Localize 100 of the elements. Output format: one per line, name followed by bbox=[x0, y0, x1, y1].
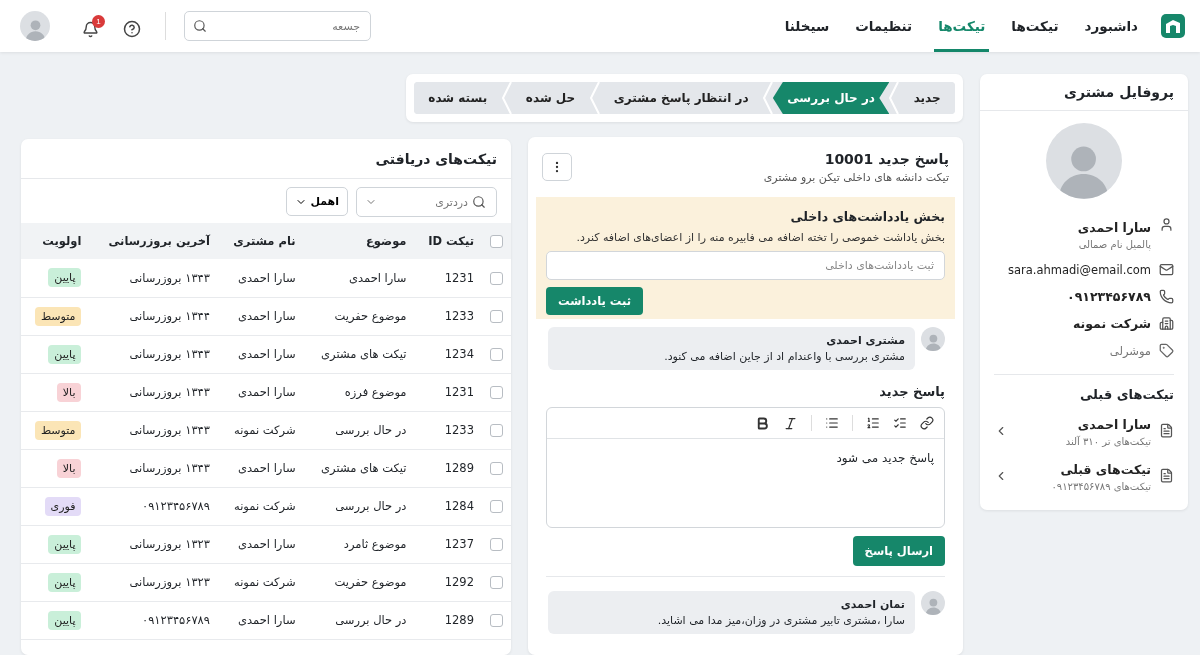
comment-author: مشتری احمدی bbox=[825, 334, 905, 347]
row-checkbox[interactable] bbox=[490, 576, 503, 589]
row-checkbox[interactable] bbox=[490, 614, 503, 627]
priority-badge: پایین bbox=[48, 610, 82, 630]
notes-description: بخش یاداشت خموصی را تخته اضافه می فابیره منه را از اعضای‌های اضافه کنرد. bbox=[575, 231, 945, 244]
bullet-list-icon[interactable] bbox=[825, 416, 839, 430]
mail-icon bbox=[1159, 262, 1174, 277]
comment-text: سارا ،مشتری تابیر مشتری در وزان،میز مدا می اشاید. bbox=[656, 614, 905, 627]
table-cell: سارا احمدی bbox=[217, 525, 304, 563]
section-title: تیکت‌های قبلی bbox=[1078, 387, 1174, 402]
row-checkbox[interactable] bbox=[490, 462, 503, 475]
user-icon bbox=[1159, 217, 1174, 232]
row-checkbox[interactable] bbox=[490, 424, 503, 437]
customer-phone: ۰۹۱۲۳۴۵۶۷۸۹ bbox=[1067, 289, 1151, 304]
table-cell: 1237 bbox=[414, 525, 482, 563]
table-cell: سارا احمدی bbox=[217, 259, 304, 297]
row-checkbox[interactable] bbox=[490, 310, 503, 323]
priority-badge: متوسط bbox=[34, 306, 82, 326]
table-cell: موضوع حفریت bbox=[303, 563, 415, 601]
column-header: تیکت ID bbox=[414, 223, 482, 259]
row-checkbox[interactable] bbox=[490, 386, 503, 399]
table-cell: ۱۳۲۳ بروزرسانی bbox=[89, 563, 218, 601]
table-cell: سارا احمدی bbox=[303, 259, 415, 297]
table-cell: موضوع ثامرد bbox=[303, 525, 415, 563]
ticket-title: پاسخ جدید 10001 bbox=[823, 150, 949, 167]
avatar-icon bbox=[921, 327, 945, 351]
search-icon bbox=[472, 195, 486, 209]
nav-tab[interactable]: تیکت‌ها bbox=[934, 0, 990, 52]
table-cell: ۱۳۴۳ بروزرسانی bbox=[89, 259, 218, 297]
card-title: پروفایل مشتری bbox=[1064, 84, 1174, 100]
row-checkbox[interactable] bbox=[490, 500, 503, 513]
table-cell: ۱۳۴۴ بروزرسانی bbox=[89, 297, 218, 335]
priority-badge: فوری bbox=[44, 496, 82, 516]
avatar-icon[interactable] bbox=[20, 11, 50, 41]
priority-badge: بالا bbox=[56, 382, 82, 402]
nav-tab[interactable]: تنظیمات bbox=[851, 0, 917, 52]
note-input-field[interactable]: ثبت یادداشت‌های داخلی bbox=[546, 251, 945, 280]
column-header: نام مشتری bbox=[217, 223, 304, 259]
table-cell: سارا احمدی bbox=[217, 373, 304, 411]
previous-ticket-subtitle: تیکت‌های ۰۹۱۲۳۴۵۶۷۸۹ bbox=[1050, 481, 1151, 492]
comment-author: تمان احمدی bbox=[839, 598, 905, 611]
table-cell: شرکت نمونه bbox=[217, 563, 304, 601]
row-checkbox[interactable] bbox=[490, 348, 503, 361]
previous-ticket-title: سارا احمدی bbox=[1077, 417, 1151, 432]
reply-label: پاسخ جدید bbox=[878, 384, 946, 399]
table-cell: شرکت نمونه bbox=[217, 487, 304, 525]
table-cell: موضوع حفریت bbox=[303, 297, 415, 335]
document-icon bbox=[1159, 468, 1174, 483]
customer-email: sara.ahmadi@email.com bbox=[1008, 262, 1151, 277]
building-icon bbox=[1159, 316, 1174, 331]
table-cell: ۱۳۲۳ بروزرسانی bbox=[89, 525, 218, 563]
table-cell: ۱۳۴۳ بروزرسانی bbox=[89, 335, 218, 373]
priority-badge: متوسط bbox=[34, 420, 82, 440]
comment-text: مشتری بررسی با واعندام اد از جاین اضافه می کنود. bbox=[663, 350, 905, 363]
row-checkbox[interactable] bbox=[490, 271, 503, 285]
table-cell: در حال بررسی bbox=[303, 487, 415, 525]
nav-tab[interactable]: تیکت‌ها bbox=[1007, 0, 1063, 52]
status-step[interactable]: در حال بررسی bbox=[772, 82, 890, 114]
numbered-list-icon[interactable] bbox=[866, 416, 880, 430]
row-checkbox[interactable] bbox=[490, 538, 503, 551]
previous-ticket-subtitle: تیکت‌های تر ۳۱۰ آلند bbox=[1064, 436, 1151, 447]
table-cell: ۰۹۱۲۳۴۵۶۷۸۹ bbox=[89, 601, 218, 639]
table-cell: 1231 bbox=[414, 373, 482, 411]
previous-ticket-title: تیکت‌های قبلی bbox=[1060, 462, 1151, 477]
nav-tab[interactable]: داشبورد bbox=[1080, 0, 1142, 52]
column-header: موضوع bbox=[303, 223, 415, 259]
card-title: تیکت‌های دریافتی bbox=[375, 150, 497, 167]
more-button[interactable] bbox=[542, 153, 572, 181]
table-cell: سارا احمدی bbox=[217, 335, 304, 373]
ticket-subtitle: تیکت دانشه های داخلی تیکن برو مشتری bbox=[763, 170, 949, 184]
priority-badge: پایین bbox=[48, 268, 82, 288]
customer-subtitle: پالمیل نام صمالی bbox=[1077, 239, 1151, 250]
phone-icon bbox=[1159, 289, 1174, 304]
table-cell: 1289 bbox=[414, 449, 482, 487]
save-note-button[interactable]: ثبت یادداشت bbox=[546, 287, 644, 315]
nav-tab[interactable]: سیخلنا bbox=[780, 0, 834, 52]
document-icon bbox=[1159, 423, 1174, 438]
table-cell: شرکت نمونه bbox=[217, 411, 304, 449]
customer-name: سارا احمدی bbox=[1077, 220, 1151, 235]
logo-icon[interactable] bbox=[1160, 13, 1186, 39]
table-cell: ۰۹۱۲۳۴۵۶۷۸۹ bbox=[89, 487, 218, 525]
priority-badge: پایین bbox=[48, 534, 82, 554]
send-reply-button[interactable]: ارسال پاسخ bbox=[852, 536, 945, 566]
select-all-checkbox[interactable] bbox=[490, 235, 503, 248]
reply-editor[interactable]: پاسخ جدید می شود bbox=[546, 407, 945, 528]
checklist-icon[interactable] bbox=[893, 416, 907, 430]
link-icon[interactable] bbox=[920, 416, 934, 430]
priority-select[interactable]: اهمل bbox=[286, 187, 348, 216]
filter-search-field[interactable]: دردتری bbox=[356, 187, 497, 217]
column-header: آخرین بروزرسانی bbox=[89, 223, 218, 259]
italic-icon[interactable] bbox=[783, 415, 798, 431]
table-cell: ۱۳۴۳ بروزرسانی bbox=[89, 373, 218, 411]
table-cell: ۱۳۴۳ بروزرسانی bbox=[89, 411, 218, 449]
table-cell: سارا احمدی bbox=[217, 601, 304, 639]
bold-icon[interactable] bbox=[755, 415, 770, 431]
chevron-divider bbox=[889, 82, 900, 114]
priority-badge: بالا bbox=[56, 458, 82, 478]
notes-title: بخش یادداشت‌های داخلی bbox=[789, 209, 945, 224]
priority-badge: پایین bbox=[48, 572, 82, 592]
search-field[interactable]: جسعه bbox=[184, 11, 371, 41]
